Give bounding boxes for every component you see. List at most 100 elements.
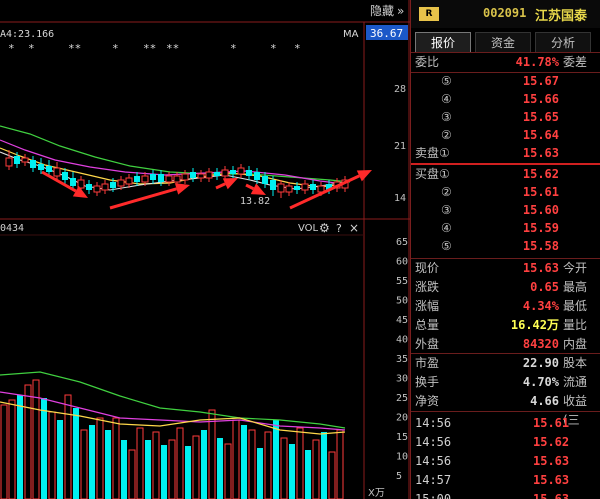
vol-bar-down xyxy=(105,430,111,499)
tick-row: 14:56 15.61 xyxy=(411,414,600,433)
kline-chart-area[interactable]: A4:23.166 MA 隐藏 » 36.67 28 21 14 0434 VO… xyxy=(0,0,410,499)
candle-body-up xyxy=(173,175,181,183)
candle-body-down xyxy=(190,172,196,178)
sell-level-4-label: ④ xyxy=(441,92,452,106)
vol-bar-up xyxy=(136,427,144,499)
tick-row: 14:56 15.62 xyxy=(411,433,600,452)
sell-level-3-label: ③ xyxy=(441,110,452,124)
sell-level-5: ⑤ 15.67 xyxy=(411,72,600,91)
tab-capital[interactable]: 资金 xyxy=(475,32,531,52)
candle-body-down xyxy=(110,182,116,188)
tab-analysis[interactable]: 分析 xyxy=(535,32,591,52)
vol-axis-tick: 30 xyxy=(396,374,408,385)
tick-time: 14:56 xyxy=(415,435,452,449)
stat-3-right-label: 量比 xyxy=(563,318,588,332)
vol-bar-down xyxy=(201,430,207,499)
candle-body-down xyxy=(70,178,76,186)
stat-4-value: 84320 xyxy=(522,337,559,351)
candle-body-up xyxy=(53,167,61,177)
vol-help-icon[interactable]: ? xyxy=(336,222,342,235)
quote-panel: R 002091 江苏国泰 报价 资金 分析 委比 41.78% 委差 ⑤ 15.… xyxy=(410,0,600,499)
kline-chart-svg[interactable]: A4:23.166 MA 隐藏 » 36.67 28 21 14 0434 VO… xyxy=(0,0,410,499)
tick-price: 15.63 xyxy=(533,454,570,468)
stat2-1-label: 换手 xyxy=(415,375,440,389)
vol-bar-up xyxy=(208,409,216,499)
current-price-box: 36.67 xyxy=(370,27,403,40)
stat2-0-right-label: 股本 xyxy=(563,356,588,370)
ma-indicator[interactable]: MA xyxy=(343,29,359,40)
y-tick-14: 14 xyxy=(394,193,406,204)
vol-axis-tick: 40 xyxy=(396,335,408,346)
hide-arrows-icon[interactable]: » xyxy=(397,4,404,18)
buy-level-2-value: 15.61 xyxy=(522,185,559,199)
vol-bar-up xyxy=(192,435,200,499)
candle-body-down xyxy=(230,170,236,174)
buy-level-4: ④ 15.59 xyxy=(411,219,600,238)
annotation-arrow-shaft xyxy=(245,183,255,191)
vol-unit: X万 xyxy=(368,488,385,499)
stat2-1-value: 4.70% xyxy=(522,375,559,389)
candle-body-up xyxy=(21,157,29,163)
vol-prefix: 0434 xyxy=(0,223,24,234)
stat-0-label: 现价 xyxy=(415,261,440,275)
candle-body-up xyxy=(101,183,109,191)
vol-label[interactable]: VOL xyxy=(298,223,319,234)
signal-marker: * xyxy=(270,42,277,55)
candle-body-down xyxy=(46,166,52,172)
vol-bar-down xyxy=(57,420,63,499)
tick-time: 14:57 xyxy=(415,473,452,487)
sell-level-2-value: 15.64 xyxy=(522,128,559,142)
vol-bar-down xyxy=(217,438,223,499)
stat-4: 外盘 84320 内盘 xyxy=(411,335,600,354)
annotation-arrow-shaft xyxy=(289,174,360,210)
vol-bar-up xyxy=(48,411,56,499)
stat2-0: 市盈 22.90 股本 xyxy=(411,354,600,373)
signal-marker: * xyxy=(8,42,15,55)
y-tick-21: 21 xyxy=(394,141,406,152)
vol-bar-down xyxy=(89,425,95,499)
vol-bar-up xyxy=(296,427,304,499)
candle-body-up xyxy=(93,185,101,193)
buy-level-3-label: ③ xyxy=(441,203,452,217)
vol-bar-up xyxy=(80,429,88,499)
tick-price: 15.63 xyxy=(533,473,570,487)
candle-body-up xyxy=(125,177,133,185)
candle-body-down xyxy=(158,174,164,182)
vol-bar-up xyxy=(8,399,16,499)
vol-bar-up xyxy=(152,431,160,499)
webi-row: 委比 41.78% 委差 xyxy=(411,53,600,72)
vol-bar-up xyxy=(112,417,120,499)
vol-axis-tick: 50 xyxy=(396,296,408,307)
y-tick-28: 28 xyxy=(394,84,406,95)
candle-body-down xyxy=(254,172,260,180)
vol-bar-down xyxy=(305,450,311,499)
buy-level-5-label: ⑤ xyxy=(441,239,452,253)
candle-body-up xyxy=(301,183,309,191)
vol-bar-up xyxy=(248,429,256,499)
stock-header: R 002091 江苏国泰 xyxy=(411,0,600,28)
vol-axis-tick: 55 xyxy=(396,276,408,287)
candle-body-down xyxy=(62,172,68,180)
vol-bar-down xyxy=(145,440,151,499)
ma-label: A4:23.166 xyxy=(0,29,54,40)
buy-level-3: ③ 15.60 xyxy=(411,201,600,220)
stat2-1: 换手 4.70% 流通 xyxy=(411,373,600,392)
vol-close-icon[interactable]: × xyxy=(349,221,359,235)
vol-bar-down xyxy=(257,448,263,499)
vol-axis-tick: 45 xyxy=(396,315,408,326)
vol-bar-up xyxy=(168,439,176,499)
vol-gear-icon[interactable]: ⚙ xyxy=(319,221,330,235)
stat2-0-label: 市盈 xyxy=(415,356,440,370)
vol-axis-tick: 25 xyxy=(396,393,408,404)
hide-button[interactable]: 隐藏 xyxy=(370,4,394,18)
candle-body-up xyxy=(5,157,13,167)
vol-bar-up xyxy=(128,449,136,499)
buy-level-1: 买盘① 15.62 xyxy=(411,165,600,184)
low-label: 13.82 xyxy=(240,196,270,207)
quote-tabs: 报价 资金 分析 xyxy=(411,32,600,52)
vol-bar-down xyxy=(41,398,47,499)
tab-quote[interactable]: 报价 xyxy=(415,32,471,52)
sell-level-5-label: ⑤ xyxy=(441,74,452,88)
vol-bar-up xyxy=(336,429,344,499)
stock-code: 002091 xyxy=(483,6,527,20)
